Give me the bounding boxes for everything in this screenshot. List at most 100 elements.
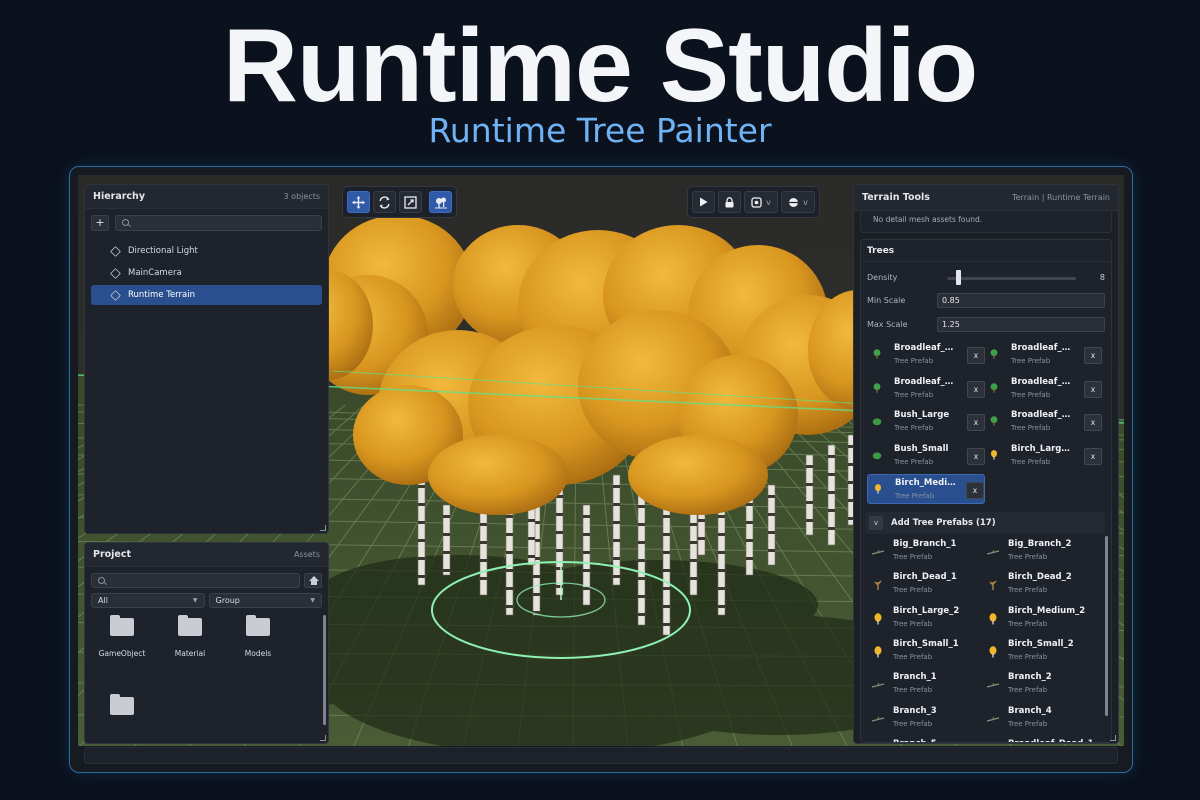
max-scale-input[interactable]: 1.25	[937, 317, 1105, 332]
folder-icon	[246, 615, 270, 636]
chevron-down-icon: v	[766, 197, 771, 207]
trees-section: Trees Density 8 Min Scale 0.85 Max Scale…	[860, 239, 1112, 743]
min-scale-input[interactable]: 0.85	[937, 293, 1105, 308]
density-slider[interactable]	[947, 277, 1076, 280]
tree-prefab-item[interactable]: Broadleaf_S... Tree Prefab x	[867, 340, 985, 370]
project-search-input[interactable]	[91, 573, 300, 588]
search-icon	[122, 219, 129, 226]
prefab-type: Tree Prefab	[894, 457, 934, 466]
folder-icon	[178, 615, 202, 636]
lock-button[interactable]	[718, 191, 741, 213]
detail-mesh-note: No detail mesh assets found.	[860, 211, 1112, 233]
add-tree-prefabs-header[interactable]: v Add Tree Prefabs (17)	[865, 512, 1105, 534]
asset-folder[interactable]	[88, 694, 156, 728]
paint-trees-button[interactable]	[429, 191, 452, 213]
search-icon	[98, 577, 105, 584]
resize-grip-icon[interactable]	[320, 735, 326, 741]
hierarchy-title: Hierarchy	[93, 191, 146, 202]
birch-icon	[875, 484, 881, 494]
terrain-tools-title: Terrain Tools	[862, 192, 930, 203]
add-prefab-item[interactable]: Birch_Small_2 Tree Prefab	[982, 638, 1094, 666]
terrain-scrollbar[interactable]	[1105, 536, 1108, 716]
add-object-button[interactable]: +	[91, 215, 109, 231]
hierarchy-search-input[interactable]	[115, 215, 322, 231]
tree-prefab-item[interactable]: Broadleaf_La... Tree Prefab x	[867, 374, 985, 404]
asset-type-select[interactable]: All ▼	[91, 593, 205, 608]
move-tool-button[interactable]	[347, 191, 370, 213]
max-scale-row: Max Scale 1.25	[867, 317, 1105, 332]
add-prefab-type: Tree Prefab	[893, 619, 933, 628]
rotate-tool-button[interactable]	[373, 191, 396, 213]
asset-group-value: Group	[215, 596, 240, 605]
tree-prefab-item[interactable]: Bush_Large Tree Prefab x	[867, 407, 985, 437]
tree-prefab-item[interactable]: Bush_Small Tree Prefab x	[867, 441, 985, 471]
prefab-type: Tree Prefab	[894, 424, 934, 432]
tree-prefab-item[interactable]: Birch_Large_1 Tree Prefab x	[984, 441, 1102, 471]
prefab-type: Tree Prefab	[894, 357, 934, 365]
asset-label: Models	[244, 649, 272, 658]
tree-prefab-item[interactable]: Broadleaf_M... Tree Prefab x	[984, 374, 1102, 404]
scale-tool-button[interactable]	[399, 191, 422, 213]
add-prefab-item[interactable]: Broadleaf_Dead_1	[982, 738, 1094, 742]
chevron-down-icon[interactable]: v	[869, 516, 883, 530]
tree-prefab-item[interactable]: Broadleaf_M... Tree Prefab x	[984, 407, 1102, 437]
density-label: Density	[867, 273, 898, 282]
add-prefab-item[interactable]: Big_Branch_1 Tree Prefab	[867, 538, 979, 566]
add-prefab-type: Tree Prefab	[1008, 553, 1048, 561]
add-prefab-item[interactable]: Branch_4 Tree Prefab	[982, 705, 1094, 733]
camera-gizmo-icon	[751, 196, 762, 208]
project-scrollbar[interactable]	[323, 615, 326, 725]
add-prefab-item[interactable]: Branch_3 Tree Prefab	[867, 705, 979, 733]
add-prefab-item[interactable]: Branch_5	[867, 738, 979, 742]
remove-prefab-button[interactable]: x	[967, 414, 985, 431]
hierarchy-item[interactable]: MainCamera	[91, 263, 322, 283]
add-prefab-item[interactable]: Big_Branch_2 Tree Prefab	[982, 538, 1094, 566]
add-prefab-item[interactable]: Branch_2 Tree Prefab	[982, 671, 1094, 699]
branch-icon	[871, 682, 885, 688]
terrain-tools-panel: Terrain Tools Terrain | Runtime Terrain …	[853, 184, 1119, 744]
density-slider-thumb[interactable]	[956, 270, 962, 285]
asset-folder[interactable]: Material	[156, 615, 224, 658]
asset-group-select[interactable]: Group ▼	[208, 593, 322, 608]
playback-toolbar: v v	[687, 186, 820, 218]
remove-prefab-button[interactable]: x	[1084, 347, 1102, 364]
remove-prefab-button[interactable]: x	[967, 347, 985, 364]
remove-prefab-button[interactable]: x	[966, 482, 984, 499]
prefab-name: Bush_Large	[894, 410, 950, 420]
home-icon[interactable]	[304, 573, 322, 588]
play-button[interactable]	[692, 191, 715, 213]
resize-grip-icon[interactable]	[320, 525, 326, 531]
resize-grip-icon[interactable]	[1110, 735, 1116, 741]
hierarchy-item-label: Directional Light	[128, 246, 198, 256]
hierarchy-item[interactable]: Runtime Terrain	[91, 285, 322, 305]
branch-icon	[986, 716, 1000, 722]
tree-green-icon	[873, 382, 881, 393]
add-prefab-item[interactable]: Birch_Dead_1 Tree Prefab	[867, 571, 979, 599]
density-value: 8	[1099, 273, 1105, 282]
tree-prefab-item[interactable]: Birch_Mediu... Tree Prefab x	[867, 474, 985, 504]
remove-prefab-button[interactable]: x	[967, 447, 985, 465]
tree-green-icon	[990, 349, 998, 359]
prefab-type: Tree Prefab	[1011, 424, 1051, 432]
asset-folder[interactable]: Models	[224, 615, 292, 658]
camera-mode-dropdown[interactable]: v	[744, 191, 778, 213]
asset-folder[interactable]: GameObject	[88, 615, 156, 658]
scale-icon	[404, 195, 417, 209]
add-prefab-item[interactable]: Birch_Medium_2 Tree Prefab	[982, 605, 1094, 633]
add-prefab-item[interactable]: Birch_Large_2 Tree Prefab	[867, 605, 979, 633]
add-prefab-item[interactable]: Branch_1 Tree Prefab	[867, 671, 979, 699]
add-prefab-item[interactable]: Birch_Small_1 Tree Prefab	[867, 638, 979, 666]
add-prefab-type: Tree Prefab	[893, 553, 933, 561]
remove-prefab-button[interactable]: x	[1084, 447, 1102, 465]
tree-green-icon	[990, 382, 998, 393]
hierarchy-item[interactable]: Directional Light	[91, 241, 322, 261]
branch-icon	[871, 549, 885, 555]
render-mode-dropdown[interactable]: v	[781, 191, 815, 213]
add-prefab-item[interactable]: Birch_Dead_2 Tree Prefab	[982, 571, 1094, 599]
tree-prefab-item[interactable]: Broadleaf_La... Tree Prefab x	[984, 340, 1102, 370]
terrain-breadcrumb: Terrain | Runtime Terrain	[1012, 193, 1110, 202]
remove-prefab-button[interactable]: x	[967, 380, 985, 398]
chevron-down-icon: ▼	[192, 597, 198, 604]
remove-prefab-button[interactable]: x	[1084, 380, 1102, 398]
remove-prefab-button[interactable]: x	[1084, 414, 1102, 431]
